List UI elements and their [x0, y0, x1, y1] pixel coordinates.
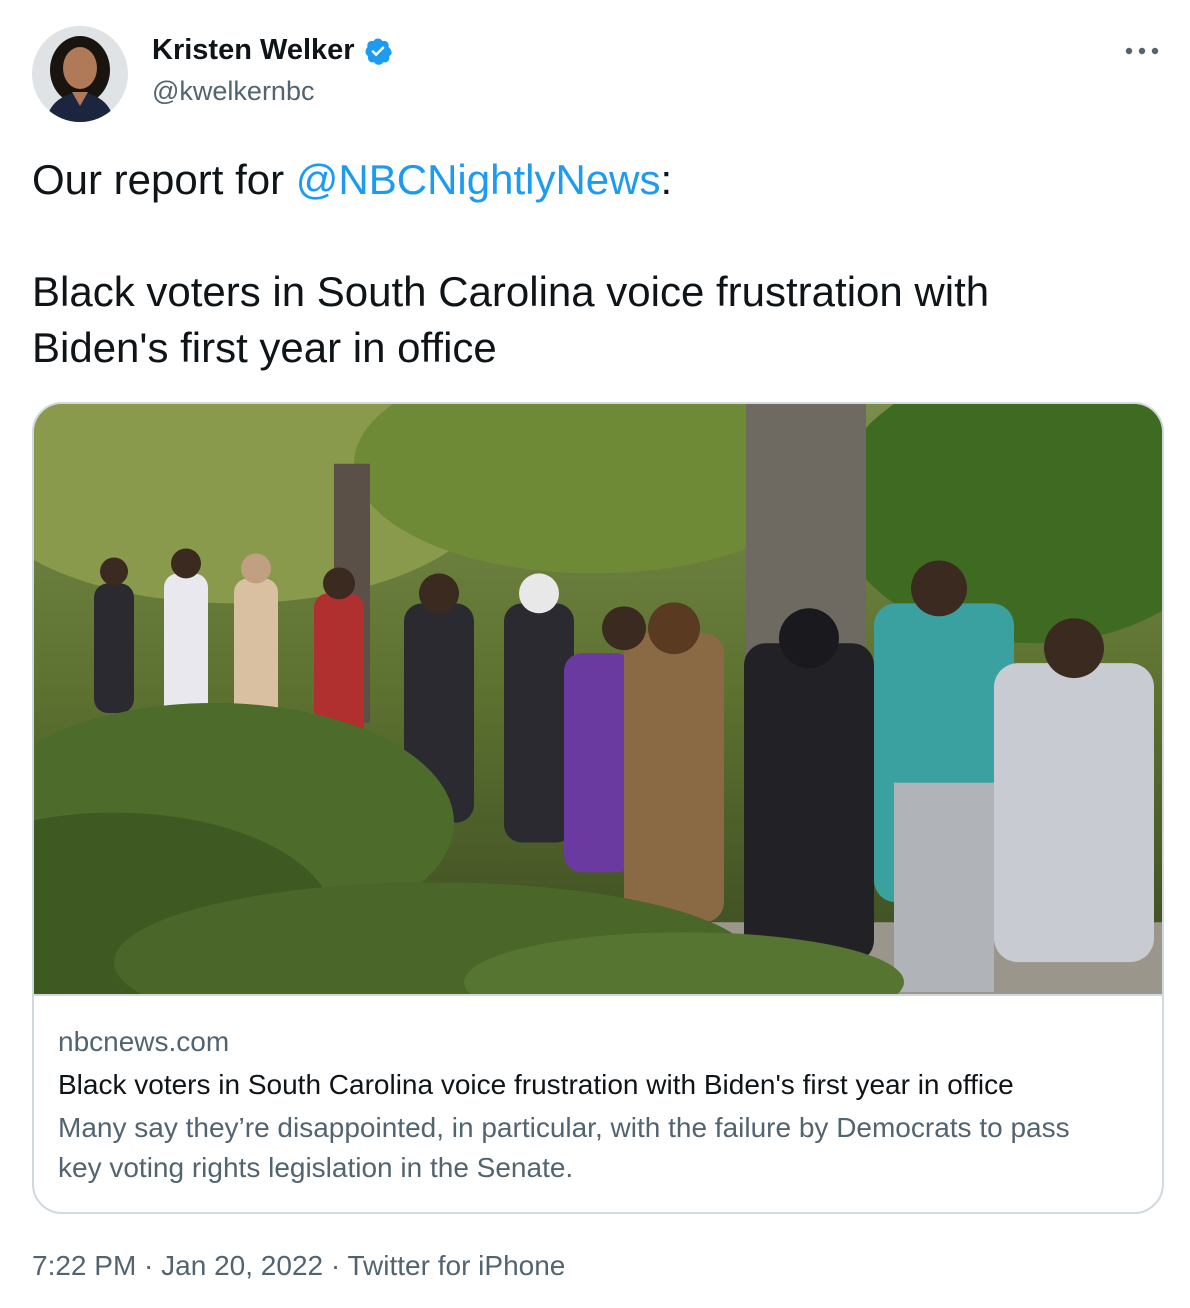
more-options-button[interactable]	[1122, 36, 1162, 66]
profile-photo	[32, 26, 128, 122]
verified-badge-icon	[363, 36, 393, 66]
link-preview-card[interactable]: nbcnews.com Black voters in South Caroli…	[32, 402, 1164, 1214]
display-name[interactable]: Kristen Welker	[152, 34, 355, 67]
more-icon	[1125, 47, 1159, 55]
tweet-prefix: Our report for	[32, 156, 296, 203]
card-image	[34, 404, 1162, 996]
author-handle[interactable]: @kwelkernbc	[152, 76, 314, 107]
tweet-line-3: Biden's first year in office	[32, 324, 497, 371]
mention-link[interactable]: @NBCNightlyNews	[296, 156, 661, 203]
meta-separator: ·	[323, 1250, 348, 1281]
tweet-line-1: Our report for @NBCNightlyNews:	[32, 152, 1152, 208]
avatar[interactable]	[32, 26, 128, 122]
tweet-time[interactable]: 7:22 PM	[32, 1250, 136, 1281]
tweet-metadata: 7:22 PM · Jan 20, 2022 · Twitter for iPh…	[32, 1246, 565, 1286]
tweet-suffix: :	[660, 156, 673, 203]
tweet: Kristen Welker @kwelkernbc Our report fo…	[0, 0, 1190, 1308]
card-domain: nbcnews.com	[58, 1026, 230, 1057]
author-name-row: Kristen Welker	[152, 34, 393, 67]
card-title: Black voters in South Carolina voice fru…	[58, 1069, 1014, 1100]
tweet-text: Our report for @NBCNightlyNews: Black vo…	[32, 152, 1152, 376]
tweet-date[interactable]: Jan 20, 2022	[161, 1250, 323, 1281]
tweet-line-2: Black voters in South Carolina voice fru…	[32, 268, 990, 315]
tweet-source[interactable]: Twitter for iPhone	[347, 1250, 565, 1281]
meta-separator: ·	[136, 1250, 162, 1281]
card-body: nbcnews.com Black voters in South Caroli…	[34, 996, 1162, 1188]
card-description: Many say they’re disappointed, in partic…	[58, 1112, 1070, 1183]
